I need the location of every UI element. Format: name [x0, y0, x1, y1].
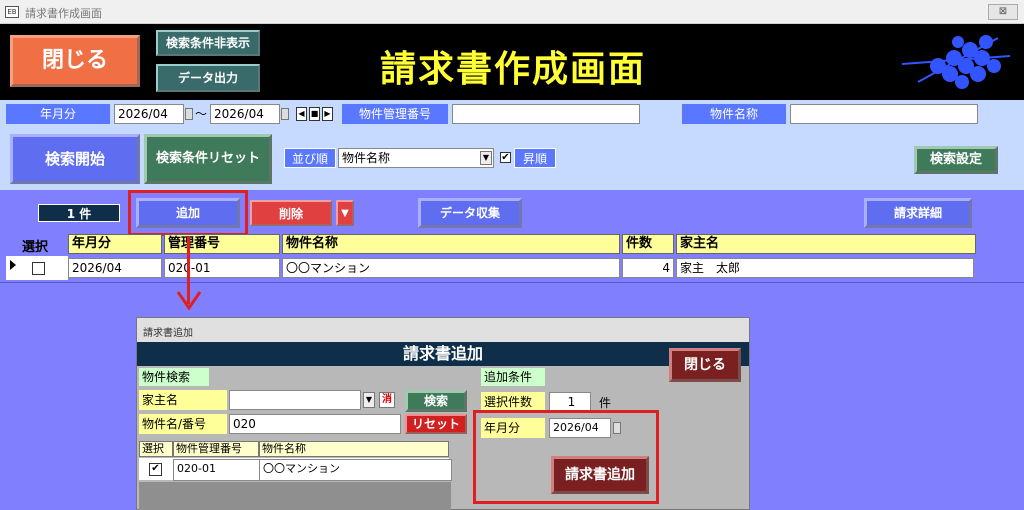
search-start-button[interactable]: 検索開始	[10, 134, 140, 184]
property-name-input[interactable]	[790, 104, 978, 124]
current-month-icon[interactable]: ■	[309, 107, 320, 121]
selected-count-label: 選択件数	[481, 392, 545, 412]
column-property: 物件名称	[282, 234, 620, 254]
cell-property: 〇〇マンション	[282, 258, 620, 278]
add-invoice-button[interactable]: 請求書追加	[551, 456, 649, 494]
row-pointer-icon	[10, 260, 16, 270]
add-button[interactable]: 追加	[136, 198, 240, 228]
owner-input[interactable]	[229, 390, 361, 410]
arrow-down-icon	[176, 291, 202, 311]
close-button[interactable]: 閉じる	[10, 35, 140, 87]
name-no-input[interactable]: 020	[229, 414, 401, 434]
property-search-section: 物件検索	[139, 368, 209, 386]
dialog-period-input[interactable]: 2026/04	[549, 418, 611, 438]
range-tilde: ～	[195, 107, 208, 121]
column-mgmt-no: 管理番号	[164, 234, 280, 254]
property-name-label: 物件名称	[682, 104, 786, 124]
calendar-icon[interactable]	[281, 108, 289, 120]
cell-owner: 家主 太郎	[676, 258, 974, 278]
row-select-cell	[22, 256, 68, 280]
property-no-input[interactable]	[452, 104, 640, 124]
column-owner: 家主名	[676, 234, 976, 254]
list-empty-area	[139, 482, 451, 510]
dialog-period-label: 年月分	[481, 418, 545, 438]
column-select: 選択	[22, 240, 49, 255]
period-label: 年月分	[6, 104, 110, 124]
dialog-heading: 請求書追加	[137, 342, 749, 366]
list-item-property: 〇〇マンション	[259, 459, 452, 481]
property-no-label: 物件管理番号	[342, 104, 448, 124]
sort-label: 並び順	[284, 148, 336, 168]
page-title: 請求書作成画面	[380, 49, 647, 90]
column-count: 件数	[622, 234, 674, 254]
dialog-reset-button[interactable]: リセット	[405, 414, 467, 434]
list-item-mgmt-no: 020-01	[173, 459, 262, 481]
prev-month-icon[interactable]: ◀	[296, 107, 307, 121]
row-checkbox[interactable]	[32, 262, 45, 275]
list-column-property: 物件名称	[259, 441, 449, 457]
owner-label: 家主名	[139, 390, 227, 410]
column-period: 年月分	[68, 234, 162, 254]
cell-period: 2026/04	[68, 258, 162, 278]
list-column-mgmt-no: 物件管理番号	[173, 441, 259, 457]
selected-count-value: 1	[549, 392, 591, 412]
delete-button[interactable]: 削除	[250, 200, 332, 226]
add-conditions-section: 追加条件	[481, 368, 545, 386]
table-row[interactable]	[6, 256, 22, 280]
window-title: 請求書作成画面	[25, 7, 102, 20]
chevron-down-icon[interactable]: ▼	[363, 392, 375, 408]
search-reset-button[interactable]: 検索条件リセット	[144, 134, 272, 184]
period-to-input[interactable]: 2026/04	[210, 104, 280, 124]
dialog-close-button[interactable]: 閉じる	[669, 348, 741, 382]
asc-label: 昇順	[514, 148, 556, 168]
collect-data-button[interactable]: データ収集	[418, 198, 522, 228]
selected-count-unit: 件	[599, 396, 612, 410]
invoice-detail-button[interactable]: 請求詳細	[864, 198, 972, 228]
app-icon: EB	[5, 6, 19, 18]
molecule-logo-icon	[901, 35, 1011, 89]
asc-checkbox[interactable]: ✔	[500, 152, 511, 163]
dialog-search-button[interactable]: 検索	[405, 390, 467, 412]
sort-select[interactable]: 物件名称	[338, 148, 494, 168]
clear-button[interactable]: 消	[379, 392, 395, 408]
add-invoice-dialog: 請求書追加 請求書追加 閉じる 物件検索 家主名 ▼ 消 検索 物件名/番号 0…	[136, 317, 750, 510]
filter-bar: 年月分 2026/04 ～ 2026/04 ◀ ■ ▶ 物件管理番号 物件名称	[0, 100, 1024, 128]
search-bar: 検索開始 検索条件リセット 並び順 物件名称 ▼ ✔ 昇順 検索設定	[0, 128, 1024, 190]
header-bar: 閉じる 検索条件非表示 データ出力 請求書作成画面	[0, 24, 1024, 100]
list-item-checkbox[interactable]: ✔	[149, 463, 162, 476]
export-button[interactable]: データ出力	[156, 64, 260, 92]
calendar-icon[interactable]	[185, 108, 193, 120]
chevron-down-icon[interactable]: ▼	[336, 200, 354, 226]
list-item[interactable]: ✔ 020-01 〇〇マンション	[139, 458, 452, 481]
record-count: 1 件	[38, 204, 120, 222]
search-settings-button[interactable]: 検索設定	[914, 146, 998, 174]
dialog-window-title: 請求書追加	[137, 318, 749, 342]
window-titlebar: EB 請求書作成画面 ⊠	[0, 0, 1024, 24]
chevron-down-icon[interactable]: ▼	[480, 151, 492, 165]
calendar-icon[interactable]	[613, 422, 621, 434]
row-divider	[0, 282, 1024, 283]
cell-count: 4	[622, 258, 674, 278]
next-month-icon[interactable]: ▶	[322, 107, 333, 121]
period-from-input[interactable]: 2026/04	[114, 104, 184, 124]
name-no-label: 物件名/番号	[139, 414, 227, 434]
hide-conditions-button[interactable]: 検索条件非表示	[156, 30, 260, 56]
window-close-button[interactable]: ⊠	[988, 4, 1018, 20]
cell-mgmt-no: 020-01	[164, 258, 280, 278]
list-column-select: 選択	[139, 441, 173, 457]
